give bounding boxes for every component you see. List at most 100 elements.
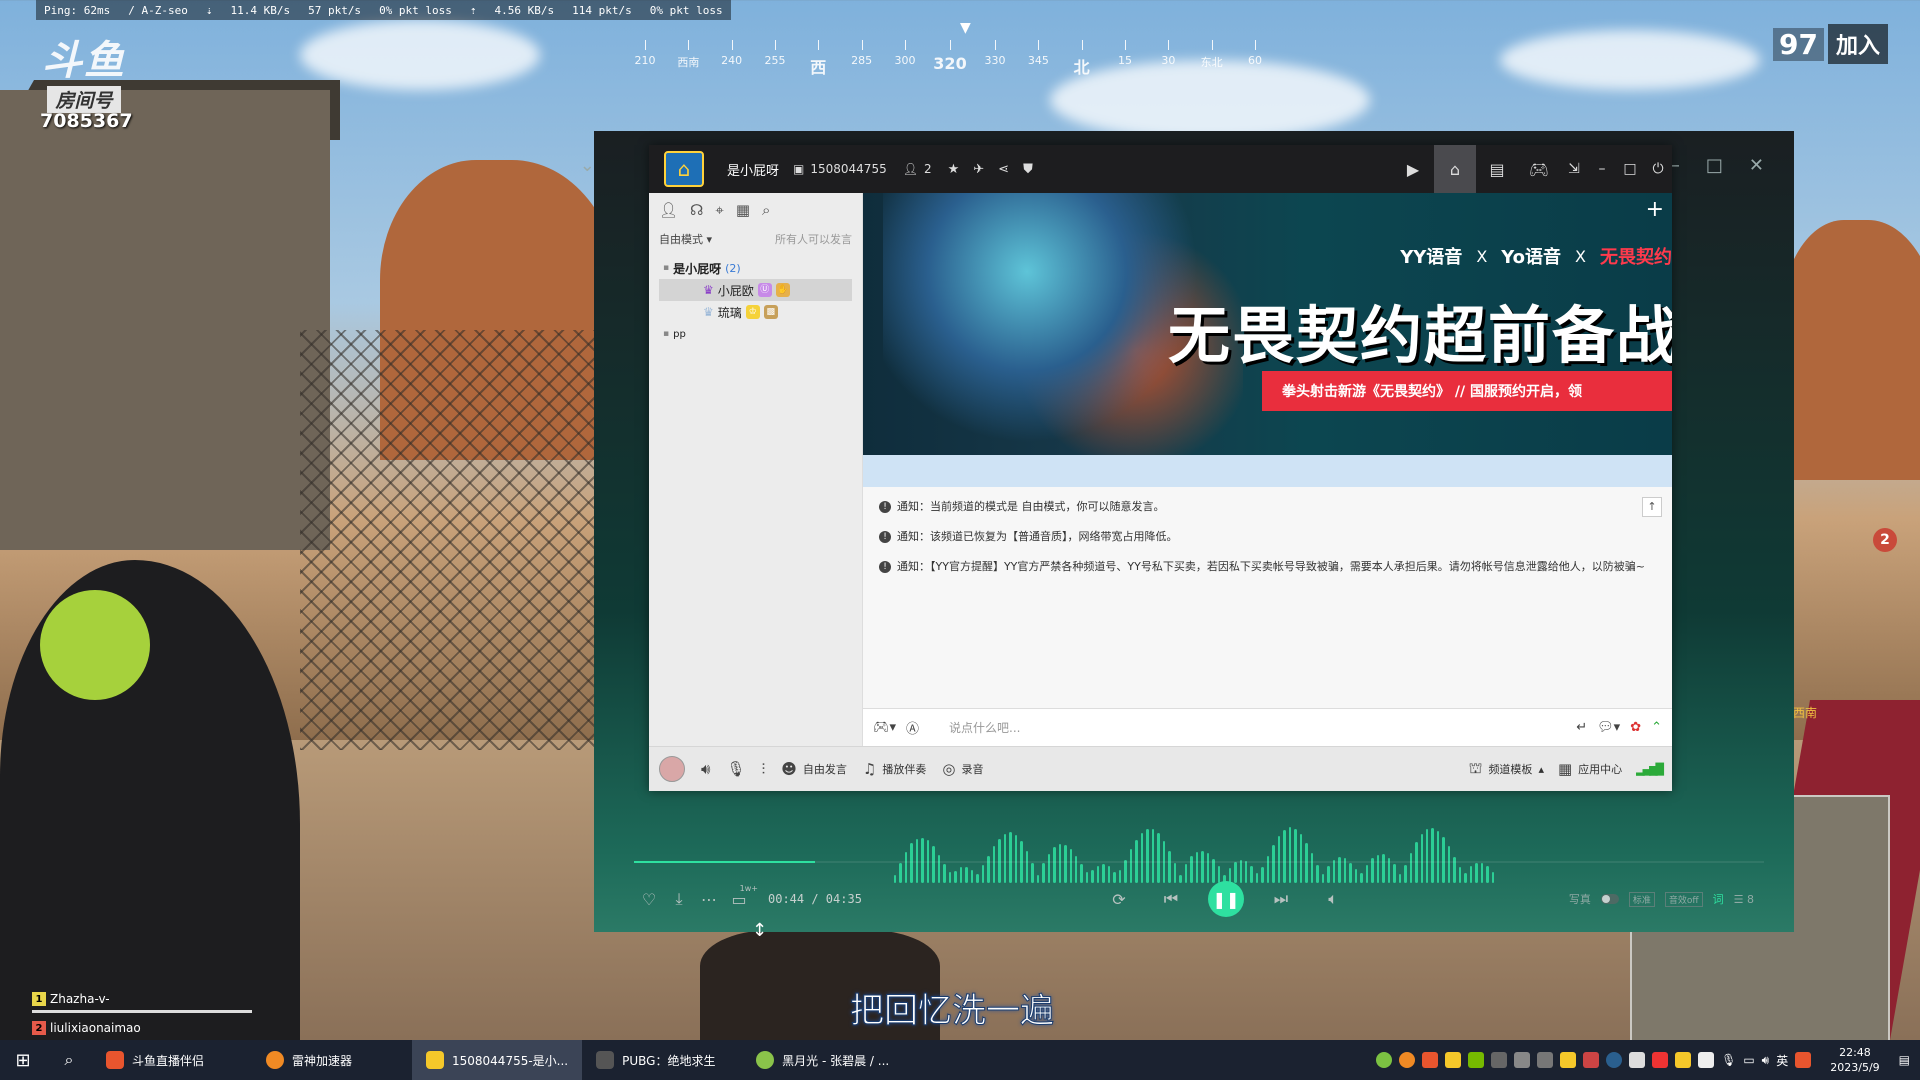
headset-icon[interactable]: ☊ (690, 201, 703, 219)
visualizer-bar (1146, 829, 1149, 883)
tray-app-icon[interactable] (1537, 1052, 1554, 1068)
server-text: / A-Z-seo (128, 3, 188, 17)
tray-app-icon[interactable] (1445, 1052, 1462, 1068)
photo-toggle[interactable] (1600, 894, 1619, 904)
chat-input[interactable]: 说点什么吧... (949, 719, 1566, 736)
gamepad-icon[interactable]: 🎮︎▾ (873, 720, 896, 735)
volume-icon[interactable]: 🔊︎ (1762, 1053, 1770, 1068)
equalizer-icon[interactable]: ⫶ (762, 760, 766, 778)
search-icon[interactable]: ⌕ (762, 201, 770, 219)
tray-app-icon[interactable] (1652, 1052, 1669, 1068)
tree-root[interactable]: ▪ 是小屁呀 (2) (649, 257, 862, 279)
app-center-button[interactable]: ▦ 应用中心 (1558, 760, 1622, 778)
emoji-icon[interactable]: 💬︎▾ (1597, 720, 1620, 735)
prev-icon[interactable]: ⏮ (1156, 889, 1186, 909)
nvidia-icon[interactable] (1468, 1052, 1485, 1068)
expand-icon[interactable]: ⌃ (1651, 720, 1662, 735)
taskbar-app[interactable]: 1508044755-是小... (412, 1040, 583, 1080)
mode-dropdown[interactable]: 自由模式 ▾ (659, 231, 712, 247)
speaker-icon[interactable]: 🔊︎ (701, 760, 710, 778)
record-button[interactable]: ◎ 录音 (942, 760, 983, 778)
user-icon[interactable]: 👤︎ (659, 201, 678, 219)
video-icon[interactable]: ▶ (1392, 145, 1434, 193)
tray-app-icon[interactable] (1698, 1052, 1715, 1068)
sogou-icon[interactable] (1795, 1052, 1812, 1068)
scroll-top-button[interactable]: ↑ (1642, 497, 1662, 517)
download-icon[interactable]: ⤓ (664, 889, 694, 909)
shield-icon[interactable]: ⛊ (1023, 162, 1033, 177)
desktop-lyric: 把回忆洗一遍 (850, 991, 1055, 1032)
tray-app-icon[interactable] (1583, 1052, 1600, 1068)
notice-text: 通知：【YY官方提醒】YY官方严禁各种频道号、YY号私下买卖，若因私下买卖帐号导… (897, 560, 1646, 573)
plus-icon[interactable]: + (1646, 197, 1664, 222)
tray-app-icon[interactable] (1629, 1052, 1646, 1068)
lyric-button[interactable]: 词 (1713, 891, 1724, 907)
progress-bar[interactable] (634, 861, 1764, 863)
member-icon: ♛ (703, 305, 714, 319)
tree-subchannel[interactable]: ▪ pp (649, 323, 862, 345)
board-icon[interactable]: ▦ (736, 201, 750, 219)
close-button[interactable]: ✕ (1749, 155, 1764, 176)
steam-icon[interactable] (1606, 1052, 1623, 1068)
network-icon[interactable]: ▭ (1743, 1053, 1754, 1067)
taskbar-app[interactable]: PUBG：绝地求生 (582, 1040, 742, 1080)
home-icon[interactable]: ⌂ (1434, 145, 1476, 193)
share-icon[interactable]: ⋖ (998, 162, 1009, 177)
taskbar-app[interactable]: 斗鱼直播伴侣 (92, 1040, 252, 1080)
free-speak-button[interactable]: ☻ 自由发言 (781, 760, 847, 778)
windows-start-icon[interactable]: ⊞ (0, 1040, 46, 1080)
banner-headline: 无畏契约超前备战 (1167, 299, 1672, 372)
mic-icon[interactable]: 🎙︎ (1721, 1053, 1736, 1067)
taskbar-app[interactable]: 雷神加速器 (252, 1040, 412, 1080)
more-icon[interactable]: ⋯ (694, 890, 724, 909)
mic-icon[interactable]: 🎙︎ (726, 760, 745, 778)
pause-button[interactable]: ❚❚ (1208, 881, 1244, 917)
channel-home-button[interactable]: ⌂ (657, 145, 711, 193)
collapse-icon[interactable]: ⇲ (1560, 145, 1588, 193)
taskbar-app[interactable]: 黑月光 - 张碧晨 / ... (742, 1040, 903, 1080)
loop-icon[interactable]: ⟳ (1104, 890, 1134, 909)
tray-app-icon[interactable] (1399, 1052, 1416, 1068)
visualizer-bar (1283, 829, 1286, 883)
next-icon[interactable]: ⏭ (1266, 889, 1296, 909)
playlist-button[interactable]: ☰ 8 (1734, 893, 1754, 906)
ime-indicator[interactable]: 英 (1776, 1052, 1788, 1069)
maximize-button[interactable]: □ (1706, 155, 1723, 176)
notification-icon[interactable]: ▤ (1899, 1053, 1910, 1067)
system-clock[interactable]: 22:48 2023/5/9 (1830, 1045, 1879, 1075)
tray-app-icon[interactable] (1491, 1052, 1508, 1068)
promo-banner[interactable]: YY语音 X Yo语音 X 无畏契约 无畏契约超前备战 拳头射击新游《无畏契约》… (863, 193, 1672, 455)
list-icon[interactable]: ▤ (1476, 145, 1518, 193)
notice-item: ! 通知：该频道已恢复为【普通音质】，网络带宽占用降低。 (879, 529, 1656, 545)
minimize-button[interactable]: – (1671, 155, 1680, 176)
gamepad-icon[interactable]: 🎮︎ (1518, 145, 1560, 193)
text-effect-icon[interactable]: Ⓐ (906, 718, 919, 737)
player-controls-bar: ♡ ⤓ ⋯ ▭ 1w+ 00:44 / 04:35 ⟳ ⏮ ❚❚ ⏭ 🔈︎ 写真 … (594, 879, 1794, 919)
collapse-icon[interactable]: ⌄ (580, 155, 595, 176)
volume-icon[interactable]: 🔈︎ (1318, 889, 1348, 909)
tray-app-icon[interactable] (1560, 1052, 1577, 1068)
tray-app-icon[interactable] (1514, 1052, 1531, 1068)
maximize-button[interactable]: □ (1616, 145, 1644, 193)
heart-icon[interactable]: ♡ (634, 890, 664, 909)
send-icon[interactable]: ↵ (1576, 720, 1587, 735)
play-music-button[interactable]: ♫ 播放伴奏 (863, 760, 926, 778)
vip-badge-icon: Ⓤ (757, 283, 772, 297)
minimize-button[interactable]: – (1588, 145, 1616, 193)
tree-member[interactable]: ♛ 小屁欧 Ⓤ ✋ (659, 279, 852, 301)
template-button[interactable]: ⛫ 频道模板 ▴ (1469, 759, 1544, 779)
power-icon[interactable]: ⏻ (1644, 145, 1672, 193)
flower-icon[interactable]: ✿ (1630, 720, 1641, 735)
effect-button[interactable]: 音效off (1664, 891, 1703, 907)
comment-icon[interactable]: ▭ 1w+ (724, 884, 758, 909)
search-icon[interactable]: ⌕ (46, 1050, 92, 1070)
avatar[interactable] (659, 756, 685, 782)
quality-button[interactable]: 标准 (1628, 891, 1655, 907)
star-icon[interactable]: ★ (948, 162, 960, 177)
tree-member[interactable]: ♛ 琉璃 ♔ ▩ (649, 301, 862, 323)
plane-icon[interactable]: ✈ (973, 162, 984, 177)
tray-app-icon[interactable] (1376, 1052, 1393, 1068)
tray-app-icon[interactable] (1422, 1052, 1439, 1068)
shield-icon[interactable] (1675, 1052, 1692, 1068)
location-icon[interactable]: ⌖ (715, 201, 723, 219)
